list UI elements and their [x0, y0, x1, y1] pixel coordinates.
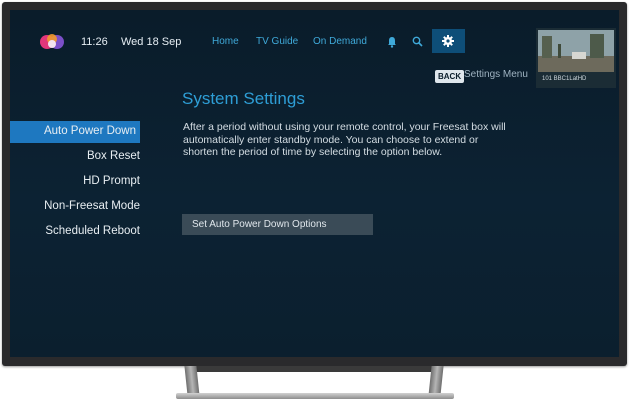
preview-channel-caption: 101 BBC1LatHD — [542, 76, 587, 82]
tv-stand-neck — [188, 366, 440, 372]
tv-screen: 11:26 Wed 18 Sep Home TV Guide On Demand… — [10, 10, 619, 357]
nav-home[interactable]: Home — [212, 36, 239, 47]
gear-icon[interactable] — [441, 34, 455, 48]
clock-time: 11:26 — [81, 36, 108, 48]
nav-tv-guide[interactable]: TV Guide — [256, 36, 298, 47]
bell-icon[interactable] — [387, 36, 397, 48]
page-description: After a period without using your remote… — [183, 121, 506, 158]
channel-preview[interactable]: 101 BBC1LatHD — [536, 28, 616, 88]
tv-stand-base — [176, 393, 454, 399]
back-button[interactable]: BACK — [435, 70, 465, 83]
preview-thumbnail — [538, 30, 614, 72]
tv-stand-right-leg — [428, 366, 444, 396]
option-button-label: Set Auto Power Down Options — [192, 219, 327, 230]
nav-on-demand[interactable]: On Demand — [313, 36, 367, 47]
sidebar-item-scheduled-reboot[interactable]: Scheduled Reboot — [45, 225, 140, 237]
page-title: System Settings — [182, 89, 305, 108]
breadcrumb: Settings Menu — [464, 69, 528, 80]
sidebar-item-hd-prompt[interactable]: HD Prompt — [83, 175, 140, 187]
tv-frame: 11:26 Wed 18 Sep Home TV Guide On Demand… — [2, 2, 627, 366]
set-auto-power-down-button[interactable]: Set Auto Power Down Options — [182, 214, 373, 235]
sidebar-item-auto-power-down[interactable]: Auto Power Down — [10, 121, 140, 143]
sidebar-item-box-reset[interactable]: Box Reset — [87, 150, 140, 162]
sidebar-item-label: Auto Power Down — [43, 125, 136, 137]
search-icon[interactable] — [412, 36, 423, 47]
sidebar-item-non-freesat-mode[interactable]: Non-Freesat Mode — [44, 200, 140, 212]
freesat-logo-icon — [40, 34, 64, 49]
current-date: Wed 18 Sep — [121, 36, 182, 48]
